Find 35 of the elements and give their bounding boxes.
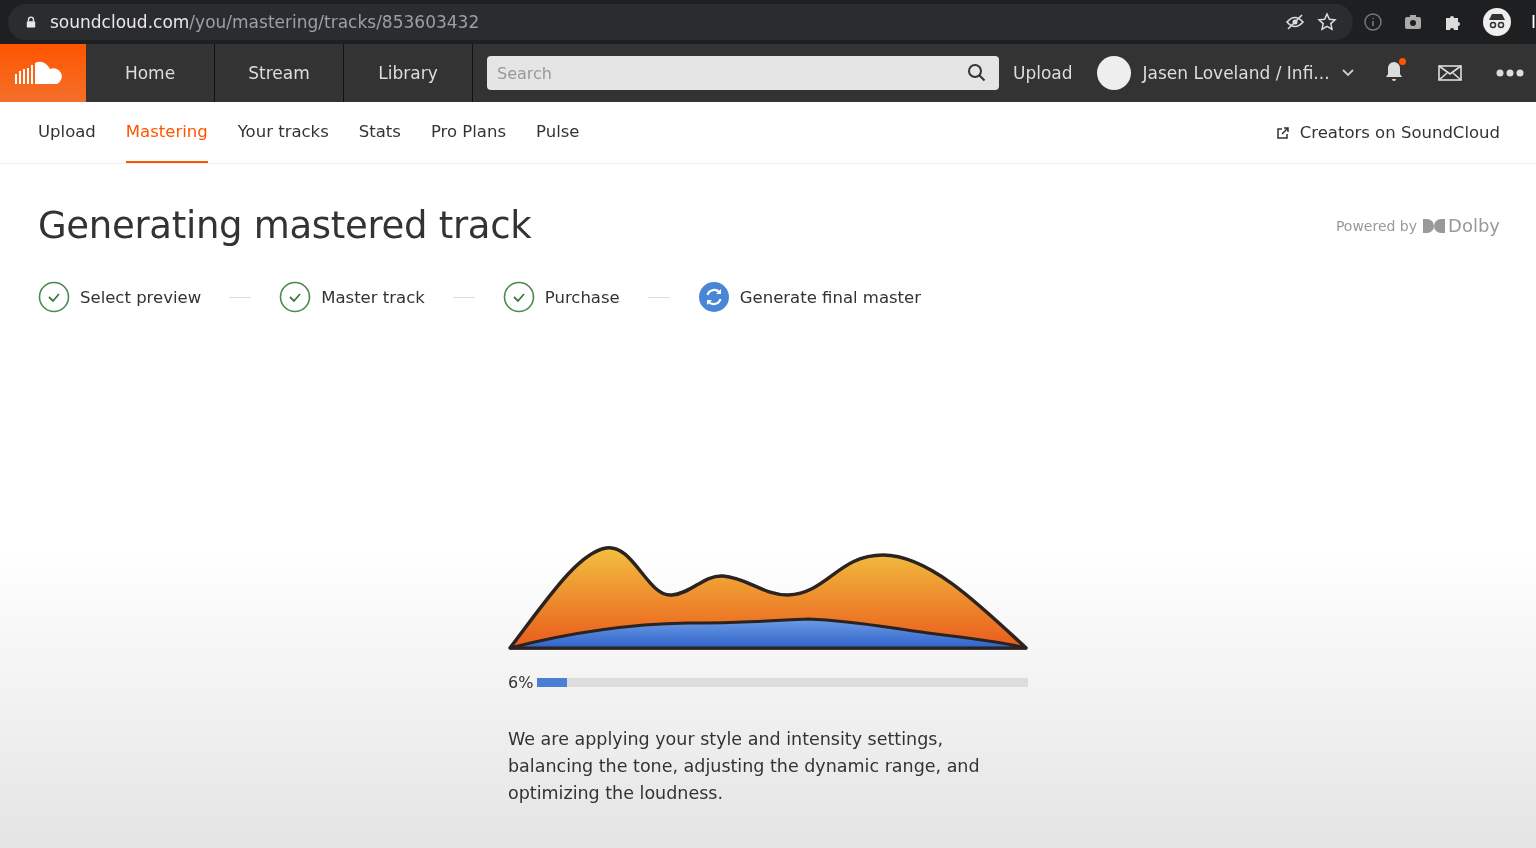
chevron-down-icon[interactable]: [1341, 69, 1354, 77]
progress-percent: 6%: [508, 673, 534, 692]
subnav-tab[interactable]: Stats: [358, 102, 401, 163]
more-icon[interactable]: [1496, 69, 1524, 77]
bell-icon[interactable]: [1384, 60, 1404, 82]
subnav-tab[interactable]: Pulse: [536, 102, 580, 163]
step-label: Master track: [321, 287, 425, 307]
subnav-tab[interactable]: Upload: [38, 102, 96, 163]
envelope-icon[interactable]: [1438, 65, 1462, 81]
avatar[interactable]: [1096, 56, 1131, 90]
brand-name: Dolby: [1448, 215, 1500, 236]
incognito-icon[interactable]: [1483, 8, 1511, 36]
page-title: Generating mastered track: [38, 204, 532, 247]
external-link-icon: [1275, 125, 1290, 140]
powered-by-label: Powered by: [1335, 217, 1418, 234]
user-name[interactable]: Jasen Loveland / Infi...: [1142, 63, 1330, 83]
upload-link[interactable]: Upload: [1013, 63, 1073, 83]
address-bar[interactable]: soundcloud.com/you/mastering/tracks/853603432: [8, 4, 1353, 40]
camera-icon[interactable]: [1403, 12, 1423, 32]
info-icon[interactable]: [1363, 12, 1383, 32]
search-field[interactable]: Search: [487, 56, 999, 90]
status-message: We are applying your style and intensity settings, balancing the tone, adjusting the dynamic range, and optimizing the loudness.: [508, 728, 981, 805]
profile-label[interactable]: I: [1531, 12, 1536, 32]
url-text: soundcloud.com/you/mastering/tracks/853603432: [50, 12, 480, 32]
creators-link[interactable]: Creators on SoundCloud: [1275, 102, 1500, 163]
cloud-logo[interactable]: [0, 44, 86, 102]
search-icon[interactable]: [967, 63, 987, 83]
step-label: Purchase: [544, 287, 620, 307]
eye-slash-icon[interactable]: [1285, 12, 1305, 32]
dolby-logo-icon: [1423, 218, 1446, 233]
step-label: Generate final master: [739, 287, 922, 307]
subnav-tab[interactable]: Pro Plans: [430, 102, 506, 163]
step-label: Select preview: [80, 287, 202, 307]
star-icon[interactable]: [1317, 12, 1337, 32]
subnav-tab[interactable]: Your tracks: [237, 102, 329, 163]
